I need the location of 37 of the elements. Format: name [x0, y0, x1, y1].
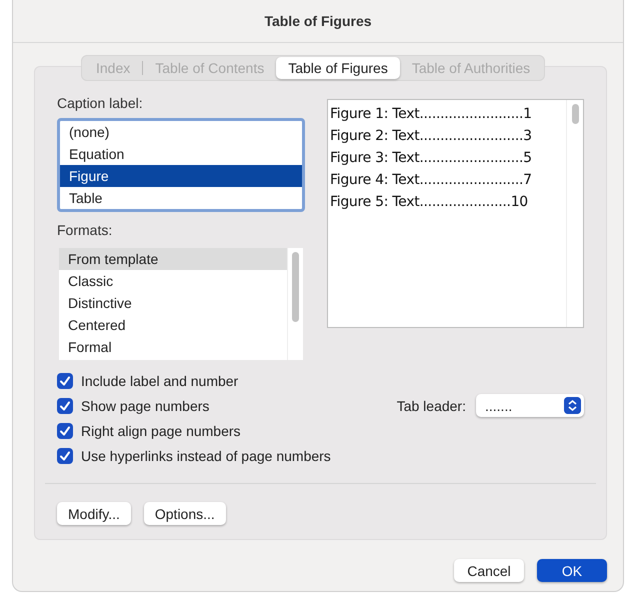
dialog-button[interactable]: Modify...	[57, 502, 131, 525]
caption-label-list[interactable]: (none) Equation Figure Table	[57, 118, 305, 212]
stepper-icon	[564, 397, 581, 414]
formats-list[interactable]: From template Classic Distinctive Centered Formal	[59, 248, 303, 360]
cancel-button[interactable]: Cancel	[454, 559, 524, 582]
checkbox-label: Include label and number	[81, 372, 238, 388]
window-title: Table of Figures	[13, 0, 623, 43]
list-item[interactable]: Equation	[60, 143, 302, 165]
checkbox-label: Use hyperlinks instead of page numbers	[81, 448, 331, 464]
checkbox[interactable]	[57, 398, 73, 414]
checkbox[interactable]	[57, 422, 73, 438]
list-item[interactable]: Distinctive	[59, 292, 287, 314]
checkbox-label: Show page numbers	[81, 398, 210, 414]
list-item[interactable]: From template	[59, 248, 287, 270]
list-item[interactable]: (none)	[60, 121, 302, 143]
checkbox-label: Right align page numbers	[81, 422, 241, 438]
formats-heading: Formats:	[57, 222, 114, 238]
tab-leader-label: Tab leader:	[396, 398, 466, 414]
preview-line: Figure 5: Text......................10	[330, 193, 529, 212]
preview-line: Figure 2: Text.........................3	[330, 127, 533, 146]
tab-leader-dropdown[interactable]: .......	[476, 394, 584, 417]
scrollbar-thumb[interactable]	[292, 252, 299, 322]
checkbox[interactable]	[57, 448, 73, 464]
list-item[interactable]: Figure	[60, 165, 302, 187]
caption-label-heading: Caption label:	[57, 95, 144, 111]
list-item[interactable]: Table	[60, 187, 302, 209]
preview-line: Figure 4: Text.........................7	[330, 171, 533, 190]
preview-line: Figure 1: Text.........................1	[330, 105, 533, 124]
list-item[interactable]: Formal	[59, 336, 287, 358]
scrollbar-thumb[interactable]	[572, 104, 578, 124]
list-item[interactable]: Classic	[59, 270, 287, 292]
list-item[interactable]: Centered	[59, 314, 287, 336]
tab[interactable]: Table of Figures	[276, 57, 400, 79]
preview-line: Figure 3: Text.........................5	[330, 149, 533, 168]
checkbox[interactable]	[57, 372, 73, 388]
ok-button[interactable]: OK	[537, 559, 607, 582]
dialog-button[interactable]: Options...	[144, 502, 226, 525]
